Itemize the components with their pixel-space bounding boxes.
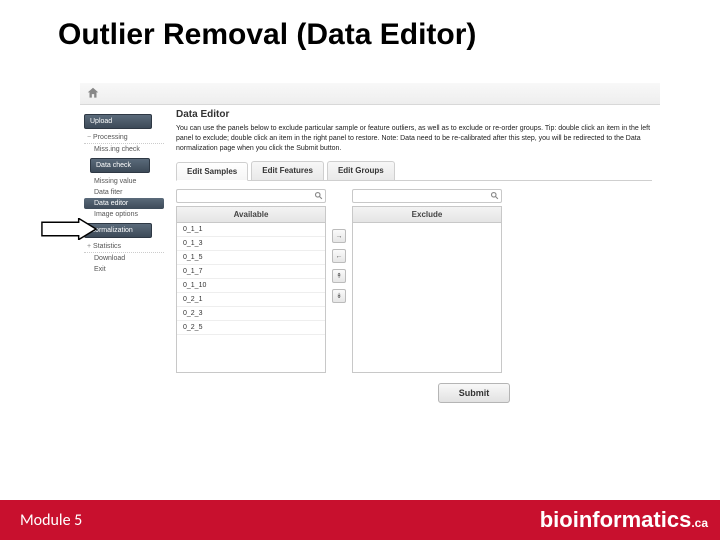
tab-edit-groups[interactable]: Edit Groups (327, 161, 395, 180)
available-header: Available (176, 206, 326, 223)
list-item[interactable]: 0_2_3 (177, 307, 325, 321)
panel-instructions: You can use the panels below to exclude … (176, 124, 652, 153)
exclude-header: Exclude (352, 206, 502, 223)
sidebar: Upload Processing Miss.ing check Data ch… (80, 105, 168, 453)
list-item[interactable]: 0_1_1 (177, 223, 325, 237)
footer-bar: Module 5 bioinformatics.ca (0, 500, 720, 540)
nav-item-dataeditor[interactable]: Data editor (84, 198, 164, 209)
submit-button[interactable]: Submit (438, 383, 511, 403)
footer-brand: bioinformatics.ca (540, 507, 708, 533)
tabs: Edit Samples Edit Features Edit Groups (176, 161, 652, 181)
main-panel: Data Editor You can use the panels below… (168, 105, 660, 453)
nav-datacheck-button[interactable]: Data check (90, 158, 150, 173)
exclude-listbox[interactable] (352, 223, 502, 373)
home-icon[interactable] (86, 86, 100, 100)
page-title: Outlier Removal (Data Editor) (0, 0, 720, 60)
footer-module: Module 5 (20, 511, 82, 530)
list-item[interactable]: 0_1_7 (177, 265, 325, 279)
app-topbar (80, 83, 660, 105)
footer-brand-text: bioinformatics (540, 507, 692, 532)
nav-item-missingvalue[interactable]: Missing value (84, 176, 164, 187)
nav-upload-button[interactable]: Upload (84, 114, 152, 129)
available-listbox[interactable]: 0_1_1 0_1_3 0_1_5 0_1_7 0_1_10 0_2_1 0_2… (176, 223, 326, 373)
list-item[interactable]: 0_2_5 (177, 321, 325, 335)
list-item[interactable]: 0_1_3 (177, 237, 325, 251)
tab-edit-samples[interactable]: Edit Samples (176, 162, 248, 181)
nav-item-datafiter[interactable]: Data fiter (84, 187, 164, 198)
search-icon (490, 191, 499, 200)
move-top-button[interactable]: ↟ (332, 269, 346, 283)
exclude-column: Exclude (352, 189, 502, 373)
transfer-buttons: → ← ↟ ↡ (332, 189, 346, 303)
panel-title: Data Editor (176, 109, 652, 120)
move-right-button[interactable]: → (332, 229, 346, 243)
list-item[interactable]: 0_1_5 (177, 251, 325, 265)
nav-item-missingcheck[interactable]: Miss.ing check (84, 144, 164, 155)
list-item[interactable]: 0_2_1 (177, 293, 325, 307)
nav-item-download[interactable]: Download (84, 253, 164, 264)
nav-item-exit[interactable]: Exit (84, 264, 164, 275)
footer-tld: .ca (691, 516, 708, 530)
exclude-search-input[interactable] (352, 189, 502, 203)
list-item[interactable]: 0_1_10 (177, 279, 325, 293)
move-left-button[interactable]: ← (332, 249, 346, 263)
callout-arrow-icon (40, 218, 98, 245)
nav-processing-header[interactable]: Processing (84, 132, 164, 144)
move-bottom-button[interactable]: ↡ (332, 289, 346, 303)
search-icon (314, 191, 323, 200)
app-window: Upload Processing Miss.ing check Data ch… (80, 83, 660, 453)
available-search-input[interactable] (176, 189, 326, 203)
available-column: Available 0_1_1 0_1_3 0_1_5 0_1_7 0_1_10… (176, 189, 326, 373)
tab-edit-features[interactable]: Edit Features (251, 161, 324, 180)
